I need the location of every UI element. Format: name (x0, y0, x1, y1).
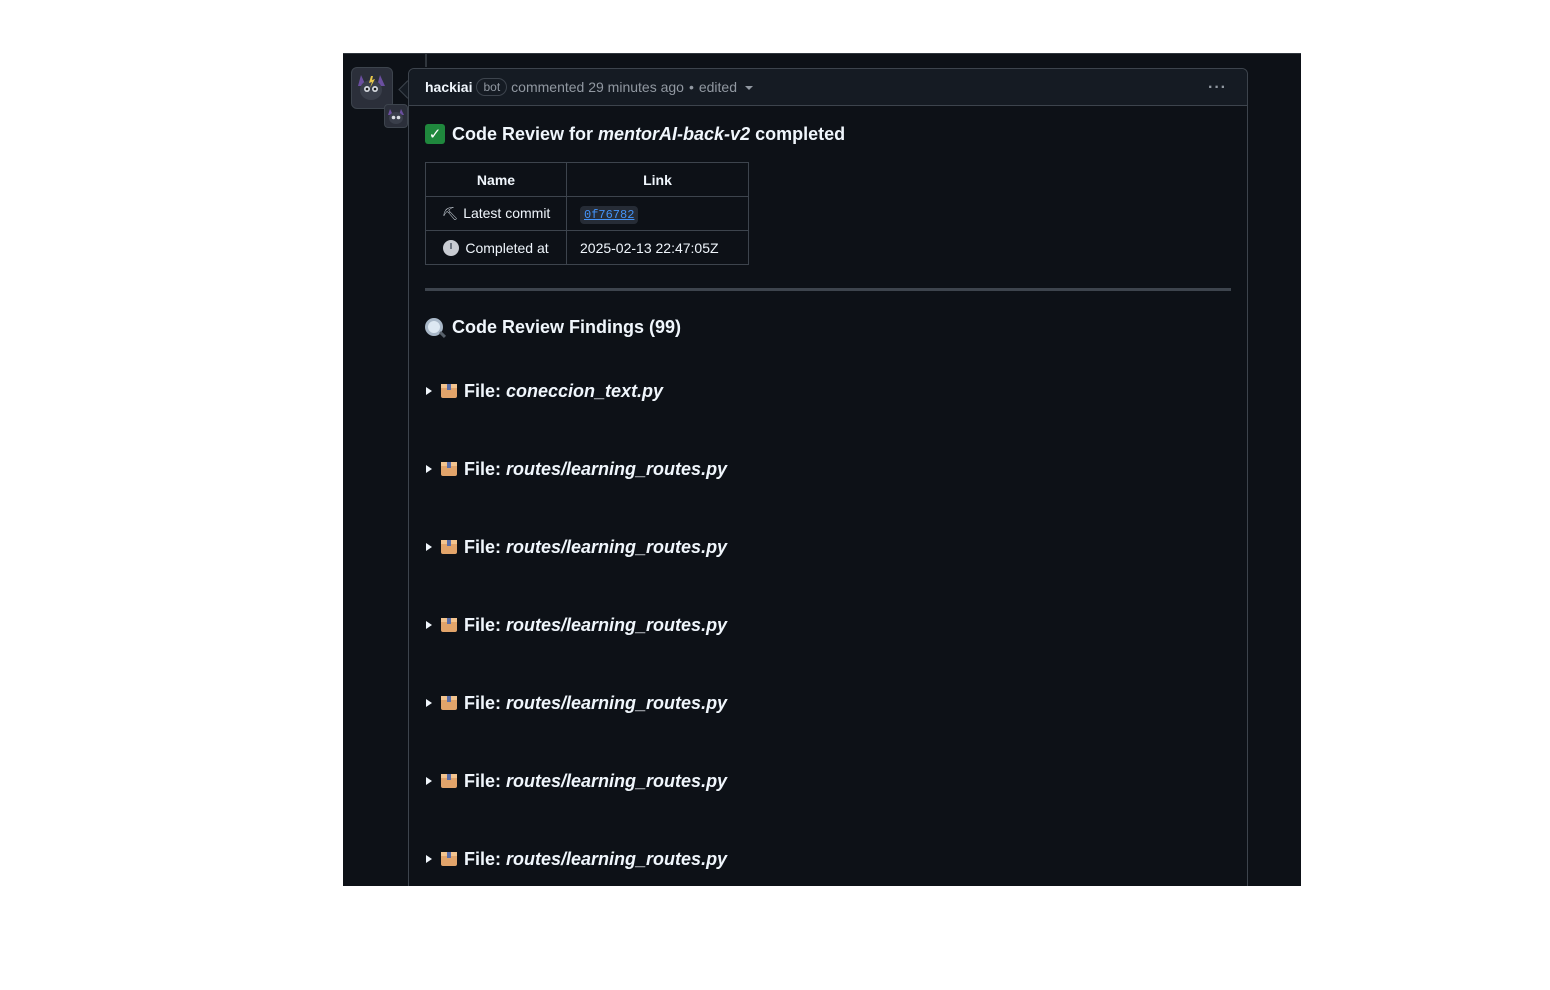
comment-body: ✓ Code Review for mentorAI-back-v2 compl… (409, 106, 1247, 886)
package-icon (441, 852, 457, 866)
file-name: routes/learning_routes.py (506, 614, 728, 635)
author-name[interactable]: hackiai (425, 79, 472, 95)
section-divider (425, 288, 1231, 291)
disclosure-triangle-icon[interactable] (426, 387, 432, 395)
edited-menu[interactable]: edited (699, 79, 737, 95)
check-mark-icon: ✓ (425, 124, 445, 144)
file-label: File: (464, 614, 502, 635)
findings-heading: Code Review Findings (99) (425, 315, 1231, 339)
package-icon (441, 462, 457, 476)
package-icon (441, 618, 457, 632)
file-label: File: (464, 458, 502, 479)
file-label: File: (464, 770, 502, 791)
table-cell-value: 2025-02-13 22:47:05Z (566, 230, 749, 265)
file-label: File: (464, 536, 502, 557)
file-label: File: (464, 380, 502, 401)
table-cell-name: ⛏ Latest commit (425, 196, 567, 231)
comment-header: hackiai bot commented 29 minutes ago • e… (409, 69, 1247, 106)
app-badge-avatar (384, 104, 408, 128)
cat-avatar-icon (358, 75, 385, 100)
file-details-toggle[interactable]: File: coneccion_text.py (425, 379, 1231, 403)
disclosure-triangle-icon[interactable] (426, 465, 432, 473)
file-details-toggle[interactable]: File: routes/learning_routes.py (425, 691, 1231, 715)
cat-mini-icon (388, 109, 404, 124)
project-name: mentorAI-back-v2 (598, 123, 751, 144)
file-label: File: (464, 848, 502, 869)
top-divider (343, 53, 1301, 54)
findings-file-list: File: coneccion_text.py File: routes/lea… (425, 379, 1231, 871)
file-details-toggle[interactable]: File: routes/learning_routes.py (425, 613, 1231, 637)
table-cell-value: 0f76782 (566, 196, 749, 231)
package-icon (441, 540, 457, 554)
caret-down-icon[interactable] (745, 86, 753, 90)
review-title: ✓ Code Review for mentorAI-back-v2 compl… (425, 122, 1231, 146)
commit-hash-link[interactable]: 0f76782 (580, 206, 639, 224)
package-icon (441, 384, 457, 398)
file-details-toggle[interactable]: File: routes/learning_routes.py (425, 457, 1231, 481)
kebab-menu-icon[interactable]: ··· (1208, 79, 1227, 97)
row-label: Completed at (465, 239, 549, 256)
file-name: routes/learning_routes.py (506, 770, 728, 791)
comment-timestamp[interactable]: commented 29 minutes ago (511, 79, 684, 95)
bot-badge: bot (476, 78, 508, 96)
header-separator: • (688, 79, 694, 95)
file-name: routes/learning_routes.py (506, 458, 728, 479)
file-name: routes/learning_routes.py (506, 692, 728, 713)
disclosure-triangle-icon[interactable] (426, 777, 432, 785)
package-icon (441, 696, 457, 710)
file-details-toggle[interactable]: File: routes/learning_routes.py (425, 847, 1231, 871)
column-header-name: Name (425, 162, 567, 197)
column-header-link: Link (566, 162, 749, 197)
file-name: routes/learning_routes.py (506, 536, 728, 557)
file-details-toggle[interactable]: File: routes/learning_routes.py (425, 769, 1231, 793)
file-name: routes/learning_routes.py (506, 848, 728, 869)
findings-heading-text: Code Review Findings (99) (452, 316, 682, 337)
title-suffix: completed (755, 123, 846, 144)
disclosure-triangle-icon[interactable] (426, 699, 432, 707)
timeline-panel: hackiai bot commented 29 minutes ago • e… (343, 53, 1301, 886)
disclosure-triangle-icon[interactable] (426, 621, 432, 629)
clock-icon (443, 239, 460, 256)
row-label: Latest commit (463, 205, 551, 221)
package-icon (441, 774, 457, 788)
file-name: coneccion_text.py (506, 380, 664, 401)
table-cell-name: Completed at (425, 230, 567, 265)
table-row: ⛏ Latest commit 0f76782 (425, 196, 749, 231)
comment-card: hackiai bot commented 29 minutes ago • e… (408, 68, 1248, 886)
timeline-line (425, 53, 427, 67)
disclosure-triangle-icon[interactable] (426, 543, 432, 551)
table-row: Completed at 2025-02-13 22:47:05Z (425, 230, 749, 265)
table-header-row: Name Link (425, 162, 749, 197)
file-label: File: (464, 692, 502, 713)
title-prefix: Code Review for (452, 123, 594, 144)
magnifier-icon (425, 318, 443, 336)
author-avatar[interactable] (351, 67, 408, 128)
disclosure-triangle-icon[interactable] (426, 855, 432, 863)
review-info-table: Name Link ⛏ Latest commit 0f76782 Comple… (425, 162, 749, 265)
file-details-toggle[interactable]: File: routes/learning_routes.py (425, 535, 1231, 559)
hammer-icon: ⛏ (441, 206, 459, 221)
